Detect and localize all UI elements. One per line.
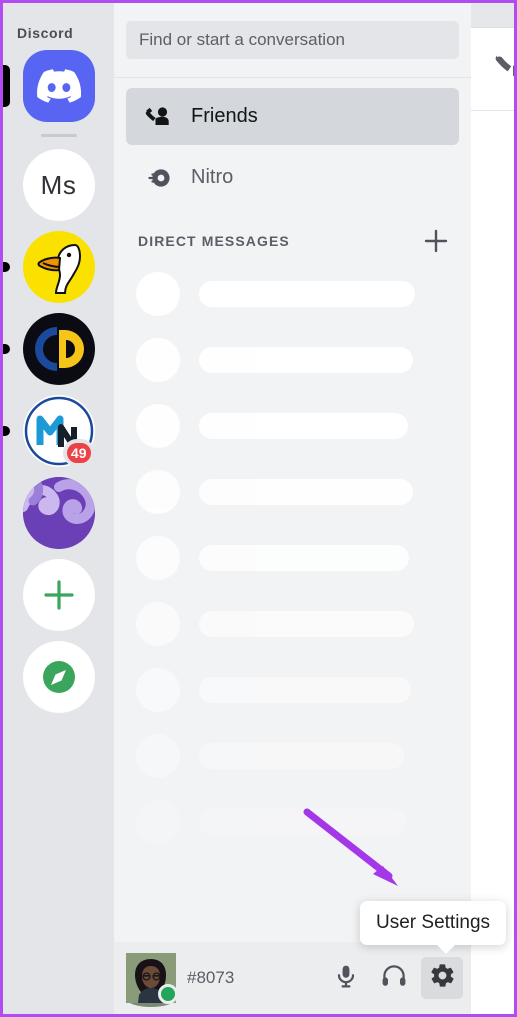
friends-icon	[143, 102, 173, 132]
dm-skeleton-avatar	[136, 602, 180, 646]
nav-item-nitro[interactable]: Nitro	[126, 149, 459, 206]
server-rail-item-discord-home[interactable]	[3, 50, 95, 122]
unread-indicator	[3, 262, 10, 272]
dm-skeleton-bar	[199, 677, 411, 703]
server-rail: Discord Ms 49	[3, 3, 114, 1014]
dm-skeleton-bar	[199, 281, 415, 307]
dm-skeleton-avatar	[136, 800, 180, 844]
dm-skeleton-bar	[199, 545, 409, 571]
server-rail-item-server-mn[interactable]: 49	[3, 395, 95, 467]
dm-skeleton-bar	[199, 611, 414, 637]
plus-icon	[22, 559, 95, 631]
rail-divider	[40, 134, 77, 137]
create-dm-icon[interactable]	[423, 228, 449, 254]
content-divider	[471, 110, 514, 111]
mute-button[interactable]	[325, 957, 367, 999]
dm-skeleton-bar	[199, 413, 408, 439]
dm-skeleton-avatar	[136, 272, 180, 316]
dm-skeleton-row	[136, 602, 457, 646]
server-initials: Ms	[40, 169, 77, 200]
unread-indicator	[3, 344, 10, 354]
discord-logo-icon	[22, 50, 95, 122]
microphone-icon	[333, 963, 359, 994]
server-avatar-icon: Ms	[22, 149, 95, 221]
nav-item-label: Friends	[191, 105, 258, 127]
unread-indicator	[3, 426, 10, 436]
server-rail-item-server-goose[interactable]	[3, 231, 95, 303]
gear-icon	[429, 962, 456, 994]
user-settings-tooltip: User Settings	[360, 901, 507, 954]
dm-skeleton-row	[136, 272, 457, 316]
headphones-icon	[380, 962, 408, 995]
tooltip-label: User Settings	[376, 912, 491, 933]
nav-item-label: Nitro	[191, 166, 234, 188]
dm-skeleton-row	[136, 734, 457, 778]
direct-messages-label: DIRECT MESSAGES	[138, 233, 290, 249]
user-settings-button[interactable]	[421, 957, 463, 999]
brand-title: Discord	[17, 25, 74, 41]
search-placeholder: Find or start a conversation	[139, 30, 345, 49]
compass-icon	[22, 641, 95, 713]
dm-skeleton-row	[136, 470, 457, 514]
avatar[interactable]	[126, 953, 178, 1007]
nitro-icon	[143, 163, 173, 193]
dm-skeleton-row	[136, 338, 457, 382]
direct-messages-header: DIRECT MESSAGES	[114, 210, 471, 264]
unread-badge: 49	[62, 439, 95, 467]
user-tag: #8073	[187, 968, 235, 987]
content-topbar	[471, 3, 514, 28]
dm-skeleton-avatar	[136, 470, 180, 514]
dm-skeleton-bar	[199, 743, 404, 769]
discord-app-window: Discord Ms 49 Find or start a conversati…	[0, 0, 517, 1017]
dm-sidebar: Find or start a conversation Friends Nit…	[114, 3, 471, 1014]
search-region: Find or start a conversation	[114, 3, 471, 78]
goose-avatar-icon	[22, 231, 95, 303]
dm-skeleton-avatar	[136, 536, 180, 580]
dm-skeleton-bar	[199, 479, 413, 505]
active-server-indicator	[3, 65, 10, 107]
cd-avatar-icon	[22, 313, 95, 385]
dm-skeleton-avatar	[136, 734, 180, 778]
dm-skeleton-row	[136, 668, 457, 712]
dm-skeleton-avatar	[136, 668, 180, 712]
dm-skeleton-avatar	[136, 404, 180, 448]
swirl-avatar-icon	[22, 477, 95, 549]
user-identity[interactable]: #8073	[126, 953, 319, 1007]
status-badge	[158, 984, 178, 1004]
dm-skeleton-row	[136, 536, 457, 580]
server-rail-item-server-swirl[interactable]	[22, 477, 95, 549]
dm-skeleton-row	[136, 404, 457, 448]
content-area-peek	[471, 3, 514, 1014]
search-input[interactable]: Find or start a conversation	[126, 21, 459, 59]
server-rail-item-server-cd[interactable]	[3, 313, 95, 385]
server-rail-item-add-server[interactable]	[22, 559, 95, 631]
dm-skeleton-bar	[199, 347, 413, 373]
nav-list: Friends Nitro	[114, 78, 471, 210]
server-rail-item-server-ms[interactable]: Ms	[22, 149, 95, 221]
annotation-arrow-icon	[299, 804, 409, 904]
deafen-button[interactable]	[373, 957, 415, 999]
friends-icon	[495, 45, 514, 88]
server-rail-item-explore-servers[interactable]	[22, 641, 95, 713]
dm-skeleton-avatar	[136, 338, 180, 382]
nav-item-friends[interactable]: Friends	[126, 88, 459, 145]
user-panel: #8073	[114, 942, 471, 1014]
